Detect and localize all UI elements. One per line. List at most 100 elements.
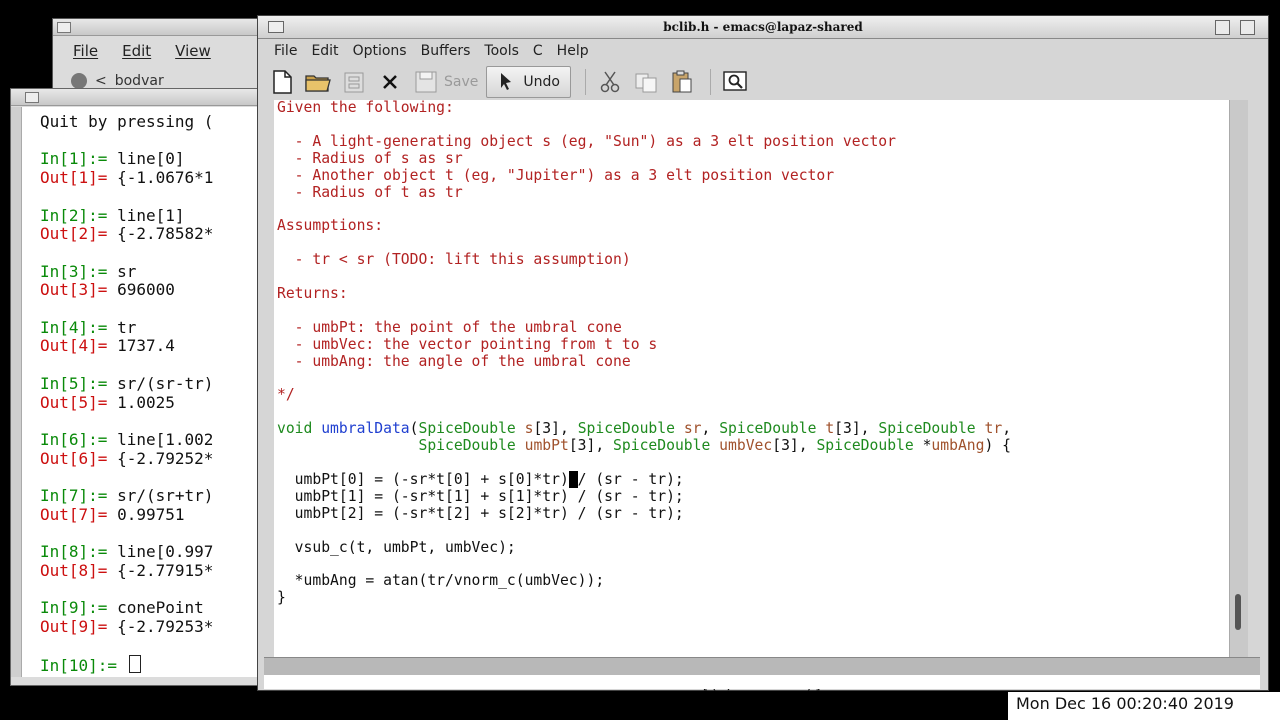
input-text: conePoint — [117, 598, 204, 618]
code-line: Given the following: — [277, 100, 1229, 117]
point-cursor — [568, 470, 578, 488]
save-button[interactable]: Save — [412, 67, 478, 97]
mode-line[interactable]: -:--- bclib.h Bot L589 Git:master [(C/l … — [264, 657, 1260, 693]
cut-button[interactable] — [596, 67, 624, 97]
input-prompt: In[5]:= — [40, 373, 118, 393]
menu-options[interactable]: Options — [353, 43, 407, 59]
output-prompt: Out[4]= — [40, 336, 118, 356]
undo-icon — [501, 73, 512, 90]
new-file-button[interactable] — [268, 67, 296, 97]
maximize-icon[interactable] — [1240, 20, 1255, 35]
code-token: - Radius of s as sr — [277, 149, 463, 167]
code-line: } — [277, 589, 1229, 607]
code-token: umbralData — [321, 420, 410, 438]
menu-buffers[interactable]: Buffers — [421, 43, 471, 59]
console-line: Out[5]= 1.0025 — [40, 392, 273, 413]
code-line: void umbralData(SpiceDouble s[3], SpiceD… — [277, 420, 1229, 438]
emacs-titlebar[interactable]: bclib.h - emacs@lapaz-shared — [258, 16, 1268, 39]
file-manager-menubar: File Edit View — [53, 36, 273, 60]
back-button[interactable]: < — [95, 73, 107, 89]
scrollbar-thumb[interactable] — [1235, 594, 1241, 630]
menu-help[interactable]: Help — [557, 43, 589, 59]
output-prompt: Out[8]= — [40, 560, 118, 580]
search-button[interactable] — [721, 67, 749, 97]
output-text: 0.99751 — [117, 504, 185, 524]
minibuffer[interactable] — [264, 675, 1260, 689]
fm-menu-file[interactable]: File — [73, 42, 98, 60]
code-token: , — [1002, 420, 1012, 438]
code-line: umbPt[2] = (-sr*t[2] + s[2]*tr) / (sr - … — [277, 505, 1229, 523]
open-file-button[interactable] — [304, 67, 332, 97]
settings-icon[interactable] — [71, 73, 87, 89]
code-token: sr — [683, 420, 702, 438]
code-token: t — [825, 420, 835, 438]
output-prompt: Out[3]= — [40, 280, 118, 300]
system-clock: Mon Dec 16 00:20:40 2019 — [1008, 692, 1280, 720]
code-line: - umbAng: the angle of the umbral cone — [277, 353, 1229, 371]
fm-menu-edit[interactable]: Edit — [122, 42, 151, 60]
code-token: [3], — [568, 437, 614, 455]
input-text: line[0] — [117, 149, 185, 169]
dired-button[interactable] — [340, 67, 368, 97]
mathematica-console-window: Quit by pressing ( In[1]:= line[0] Out[1]… — [10, 88, 274, 686]
window-menu-icon[interactable] — [57, 22, 71, 33]
code-token: - Radius of t as tr — [277, 183, 463, 201]
minimize-icon[interactable] — [1215, 20, 1230, 35]
console-output: Quit by pressing ( In[1]:= line[0] Out[1]… — [22, 107, 273, 676]
code-token: SpiceDouble — [613, 437, 711, 455]
menu-tools[interactable]: Tools — [484, 43, 519, 59]
window-menu-icon[interactable] — [25, 92, 39, 103]
file-manager-titlebar[interactable] — [53, 19, 273, 36]
code-line: Returns: — [277, 284, 1229, 303]
path-segment[interactable]: bodvar — [115, 73, 164, 89]
paste-icon — [672, 70, 692, 93]
code-token: Assumptions: — [277, 217, 384, 235]
console-scrollbar[interactable] — [11, 107, 21, 677]
emacs-toolbar: Save Undo — [258, 63, 1268, 101]
code-token: SpiceDouble — [577, 420, 675, 438]
code-token: * — [913, 437, 932, 455]
code-token: Returns: — [277, 284, 348, 302]
paste-button[interactable] — [668, 67, 696, 97]
input-prompt: In[3]:= — [40, 261, 118, 281]
copy-button[interactable] — [632, 67, 660, 97]
output-text: 1.0025 — [117, 392, 175, 412]
menu-file[interactable]: File — [274, 43, 297, 59]
output-text: {-1.0676*1 — [117, 168, 214, 188]
menu-c[interactable]: C — [533, 43, 543, 59]
input-prompt: In[8]:= — [40, 542, 118, 562]
console-line: In[7]:= sr/(sr+tr) — [40, 486, 273, 506]
editor-buffer[interactable]: Given the following: - A light-generatin… — [274, 100, 1229, 658]
emacs-menubar: File Edit Options Buffers Tools C Help — [258, 39, 1268, 63]
output-text: 1737.4 — [117, 336, 175, 356]
output-prompt: Out[2]= — [40, 224, 118, 244]
console-titlebar[interactable] — [11, 89, 273, 106]
undo-button[interactable]: Undo — [486, 66, 571, 98]
console-terminal[interactable]: Quit by pressing ( In[1]:= line[0] Out[1]… — [21, 107, 273, 677]
output-text: {-2.78582* — [117, 224, 214, 244]
code-token: - umbPt: the point of the umbral cone — [277, 318, 622, 336]
close-buffer-button[interactable] — [376, 67, 404, 97]
fm-menu-view[interactable]: View — [175, 42, 211, 60]
search-icon — [723, 71, 747, 91]
menu-edit[interactable]: Edit — [311, 43, 338, 59]
code-token: [3], — [834, 420, 879, 438]
console-line: Out[9]= {-2.79253* — [40, 617, 273, 637]
console-line: Out[6]= {-2.79252* — [40, 449, 273, 469]
code-token: *umbAng = atan(tr/vnorm_c(umbVec)); — [277, 572, 605, 590]
editor-scrollbar[interactable] — [1229, 100, 1248, 658]
window-menu-icon[interactable] — [268, 21, 284, 33]
